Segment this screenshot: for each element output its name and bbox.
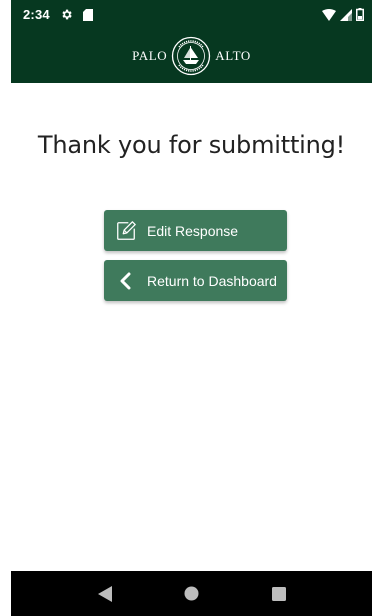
main-content: Thank you for submitting! Edit Response … [11, 83, 372, 571]
sd-card-icon [82, 8, 93, 21]
page-heading: Thank you for submitting! [37, 131, 346, 159]
cell-signal-icon [340, 8, 352, 21]
return-to-dashboard-button[interactable]: Return to Dashboard [104, 260, 287, 301]
screen-margin-left [0, 0, 11, 616]
return-to-dashboard-label: Return to Dashboard [147, 272, 277, 289]
app-header: PALO ALTO [11, 29, 372, 83]
phone-screen: 2:34 PALO ALTO Thank you for submitting!… [0, 0, 372, 616]
home-circle-icon[interactable] [177, 579, 207, 609]
status-left: 2:34 [23, 7, 93, 22]
edit-response-button[interactable]: Edit Response [104, 210, 287, 251]
chevron-left-icon [114, 269, 138, 293]
palo-alto-seal-icon [171, 36, 211, 76]
system-nav-bar [11, 571, 372, 616]
edit-icon [114, 219, 138, 243]
status-right [322, 8, 364, 21]
status-bar: 2:34 [11, 0, 372, 29]
back-triangle-icon[interactable] [90, 579, 120, 609]
recents-square-icon[interactable] [264, 579, 294, 609]
edit-response-label: Edit Response [147, 222, 239, 239]
wifi-icon [322, 8, 336, 21]
status-time: 2:34 [23, 7, 50, 22]
brand-word-left: PALO [132, 48, 168, 63]
settings-gear-icon [60, 8, 73, 21]
brand-word-right: ALTO [215, 48, 251, 63]
battery-icon [356, 8, 364, 21]
